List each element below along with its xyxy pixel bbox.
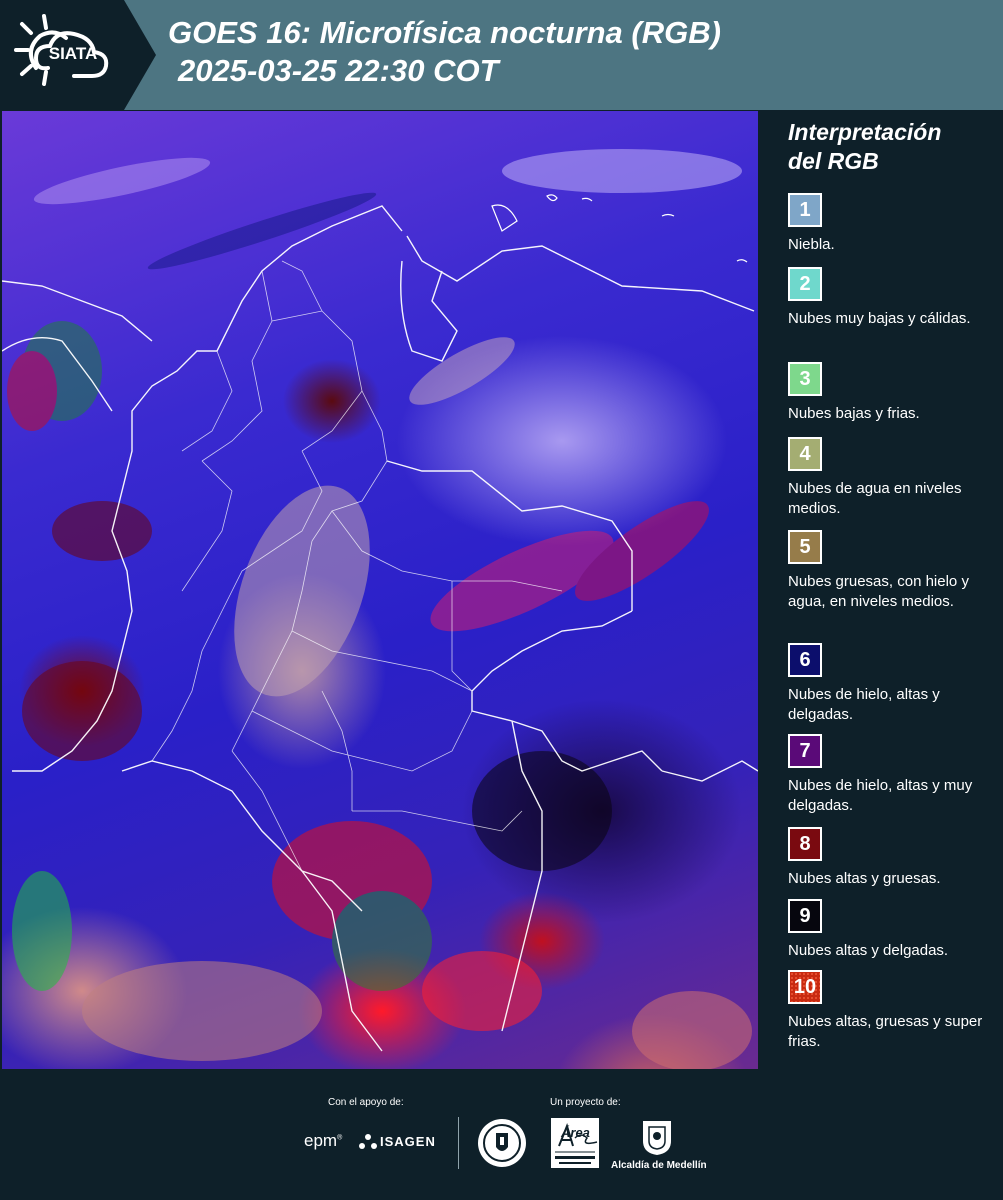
- legend-swatch-2: 2: [788, 267, 822, 301]
- legend-swatch-7: 7: [788, 734, 822, 768]
- project-label: Un proyecto de:: [550, 1097, 621, 1108]
- legend-item: 5 Nubes gruesas, con hielo y agua, en niv…: [788, 530, 988, 612]
- satellite-map-image: [2, 111, 758, 1069]
- legend-item: 4 Nubes de agua en niveles medios.: [788, 437, 988, 519]
- page-datetime: 2025-03-25 22:30 COT: [178, 53, 499, 88]
- legend-title-line1: Interpretación: [788, 119, 942, 145]
- legend-label-3: Nubes bajas y frias.: [788, 405, 920, 422]
- legend-swatch-5: 5: [788, 530, 822, 564]
- legend-item: 3 Nubes bajas y frias.: [788, 362, 988, 424]
- header-arrow-decoration: [124, 0, 156, 110]
- legend-title: Interpretación del RGB: [788, 118, 998, 176]
- legend-label-10: Nubes altas, gruesas y super frias.: [788, 1013, 983, 1050]
- legend-swatch-4: 4: [788, 437, 822, 471]
- legend-label-9: Nubes altas y delgadas.: [788, 942, 949, 959]
- legend-swatch-1: 1: [788, 193, 822, 227]
- legend-item: 10 Nubes altas, gruesas y super frias.: [788, 970, 988, 1052]
- isagen-icon: [359, 1134, 377, 1149]
- legend-swatch-10: 10: [788, 970, 822, 1004]
- epm-logo-text: epm: [304, 1131, 338, 1150]
- logo-text: SIATA: [48, 44, 98, 63]
- logo-area: SIATA: [0, 0, 124, 110]
- legend-swatch-9: 9: [788, 899, 822, 933]
- legend-title-line2: del RGB: [788, 148, 879, 174]
- legend-label-1: Niebla.: [788, 236, 835, 253]
- legend-swatch-6: 6: [788, 643, 822, 677]
- map-overlay-svg: [2, 149, 758, 1069]
- legend-item: 6 Nubes de hielo, altas y delgadas.: [788, 643, 988, 725]
- legend-swatch-8: 8: [788, 827, 822, 861]
- medellin-seal-icon: [478, 1119, 526, 1167]
- area-logo-text: Área: [561, 1125, 590, 1140]
- legend-item: 2 Nubes muy bajas y cálidas.: [788, 267, 988, 329]
- page-title: GOES 16: Microfísica nocturna (RGB): [168, 15, 721, 50]
- legend-item: 8 Nubes altas y gruesas.: [788, 827, 988, 889]
- legend-label-7: Nubes de hielo, altas y muy delgadas.: [788, 777, 973, 814]
- legend-item: 1 Niebla.: [788, 193, 988, 255]
- legend-label-6: Nubes de hielo, altas y delgadas.: [788, 686, 940, 723]
- alcaldia-logo-text: Alcaldía de Medellín: [611, 1160, 707, 1171]
- alcaldia-shield-icon: [643, 1121, 671, 1155]
- legend-label-5: Nubes gruesas, con hielo y agua, en nive…: [788, 573, 969, 610]
- legend-label-4: Nubes de agua en niveles medios.: [788, 480, 962, 517]
- legend-item: 9 Nubes altas y delgadas.: [788, 899, 988, 961]
- legend-panel: Interpretación del RGB: [776, 118, 998, 190]
- legend-label-8: Nubes altas y gruesas.: [788, 870, 941, 887]
- epm-logo: epm®: [304, 1131, 343, 1150]
- legend-label-2: Nubes muy bajas y cálidas.: [788, 310, 971, 327]
- isagen-logo-text: ISAGEN: [380, 1134, 436, 1149]
- header-bar: SIATA GOES 16: Microfísica nocturna (RGB…: [0, 0, 1003, 110]
- footer-divider: [458, 1117, 459, 1169]
- support-label: Con el apoyo de:: [328, 1097, 404, 1108]
- legend-swatch-3: 3: [788, 362, 822, 396]
- legend-item: 7 Nubes de hielo, altas y muy delgadas.: [788, 734, 988, 816]
